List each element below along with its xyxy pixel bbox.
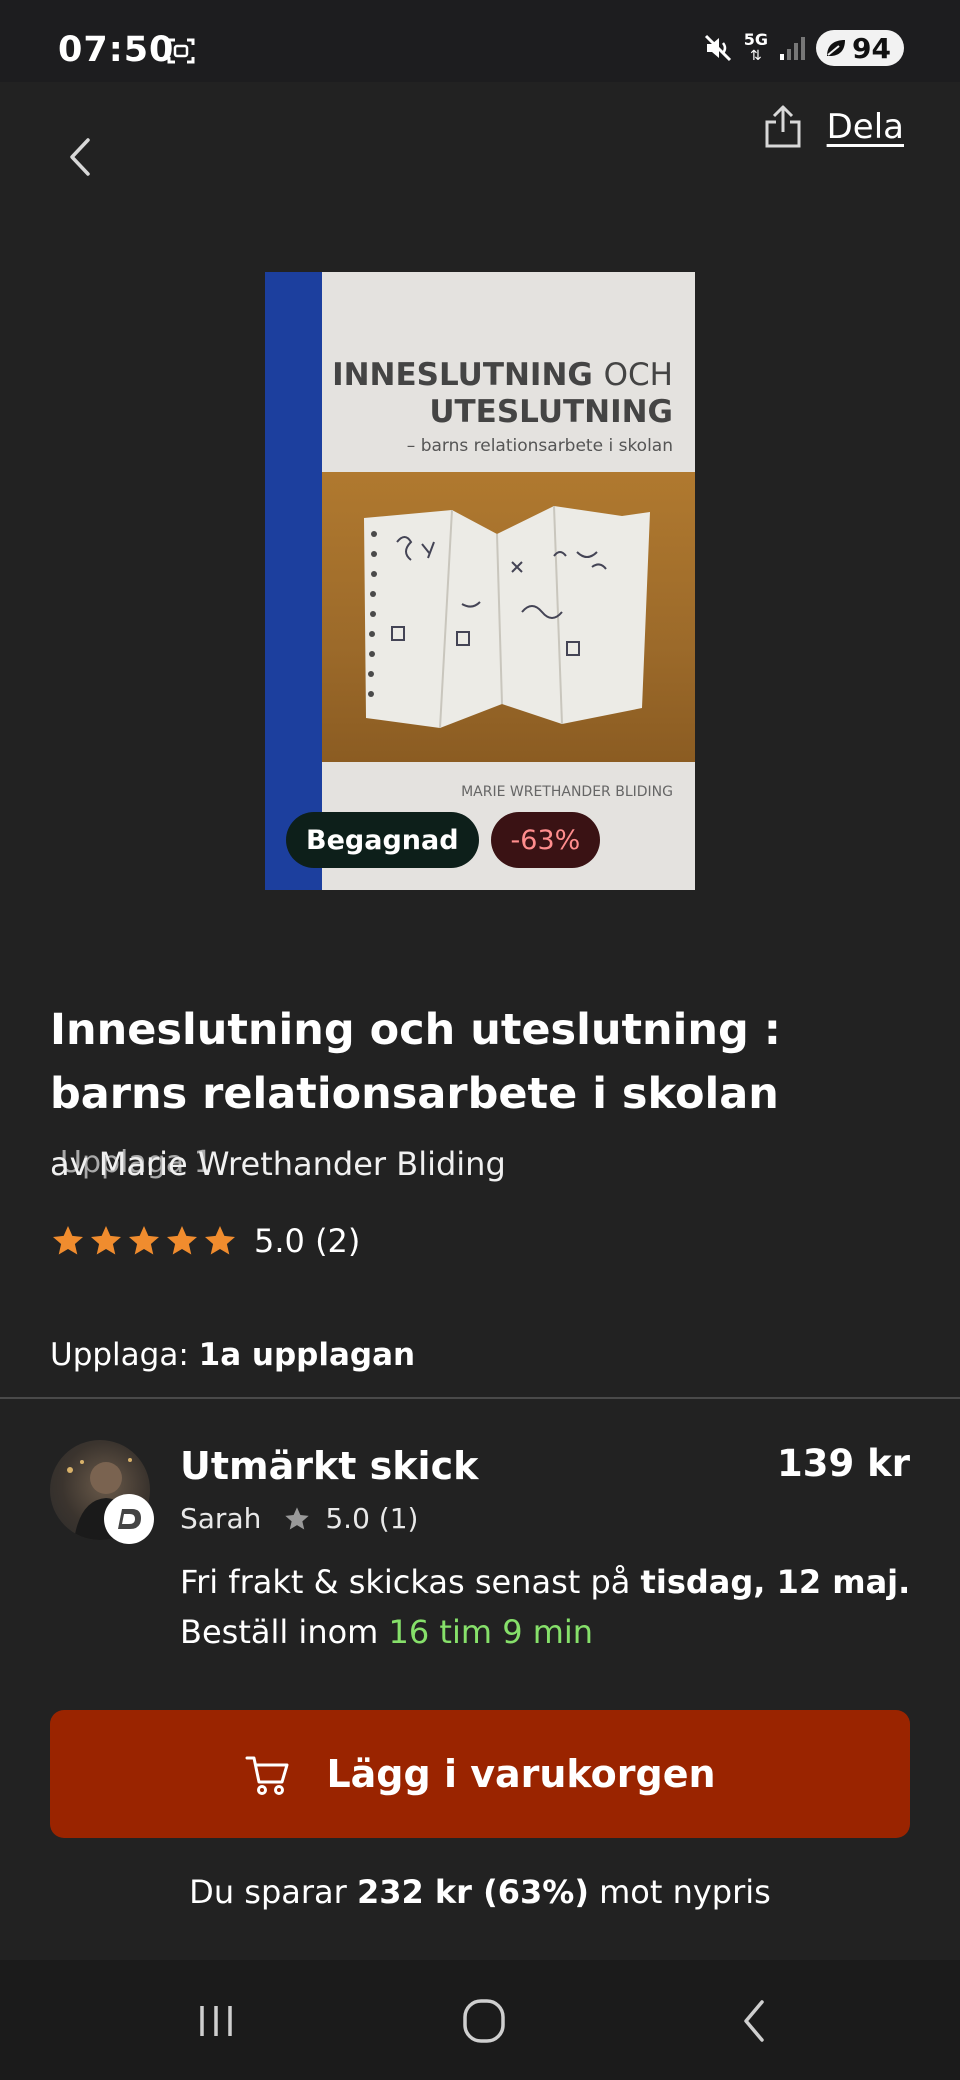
order-deadline: Beställ inom 16 tim 9 min [180, 1613, 593, 1651]
condition-badge: Begagnad [286, 812, 479, 868]
savings-amount: 232 kr (63%) [356, 1873, 589, 1911]
share-button[interactable]: Dela [763, 104, 904, 150]
top-header: Dela [0, 82, 960, 232]
cover-subtitle: – barns relationsarbete i skolan [406, 436, 673, 456]
recent-apps-button[interactable] [186, 1996, 246, 2046]
leaf-icon [827, 40, 845, 56]
cover-title-thin: OCH [603, 357, 673, 393]
title-text: Inneslutning och uteslutning : barns rel… [50, 1005, 781, 1119]
edition-label: Upplaga: [50, 1337, 189, 1373]
cover-title-line2: UTESLUTNING [429, 394, 673, 430]
rating-star-icon [129, 1226, 159, 1255]
share-label: Dela [826, 107, 904, 147]
cover-author: MARIE WRETHANDER BLIDING [461, 784, 673, 800]
screenshot-icon [167, 38, 195, 64]
status-icons: 5G ⇅ 94 [702, 28, 904, 68]
product-rating[interactable]: 5.0 (2) [50, 1222, 360, 1260]
seller-rating: 5.0 (1) [325, 1502, 419, 1535]
network-5g-icon: 5G ⇅ [743, 30, 768, 65]
signal-icon [780, 37, 805, 60]
cover-photo [322, 472, 695, 762]
order-within-label: Beställ inom [180, 1613, 379, 1651]
rating-stars [50, 1223, 238, 1259]
system-nav-bar [0, 1960, 960, 2080]
rating-value: 5.0 (2) [254, 1222, 361, 1260]
order-countdown: 16 tim 9 min [388, 1613, 594, 1651]
back-button[interactable] [60, 132, 100, 182]
add-to-cart-label: Lägg i varukorgen [326, 1752, 716, 1796]
seller-badge-icon [104, 1494, 154, 1544]
discount-badge: -63% [490, 812, 601, 868]
shipping-date: tisdag, 12 maj. [640, 1563, 911, 1601]
cover-spine-strip [265, 272, 322, 890]
cover-title-bold: INNESLUTNING [332, 357, 593, 393]
rating-star-icon [167, 1226, 197, 1255]
book-cover-image[interactable]: INNESLUTNING OCH UTESLUTNING – barns rel… [265, 272, 695, 890]
status-time: 07:50 [58, 30, 175, 70]
savings-suffix: mot nypris [599, 1873, 771, 1911]
data-arrows-icon: ⇅ [750, 48, 762, 64]
folded-paper-illustration [364, 505, 650, 729]
share-icon [765, 105, 801, 148]
cart-icon [245, 1756, 289, 1795]
cover-title-line1: INNESLUTNING OCH [332, 357, 673, 393]
system-back-button[interactable] [724, 1996, 784, 2046]
rating-star-icon [205, 1226, 235, 1255]
mute-icon [704, 34, 731, 62]
badges-row: Begagnad -63% [286, 812, 601, 868]
home-button[interactable] [454, 1996, 514, 2046]
seller-info[interactable]: Sarah 5.0 (1) [180, 1502, 418, 1535]
rating-star-icon [53, 1226, 83, 1255]
network-label: 5G [743, 30, 768, 49]
bookstore-logo-icon [118, 1509, 141, 1529]
savings-prefix: Du sparar [189, 1873, 347, 1911]
edition-line: Upplaga: 1a upplagan [50, 1337, 415, 1373]
savings-text: Du sparar 232 kr (63%) mot nypris [0, 1873, 960, 1911]
offer-price: 139 kr [777, 1442, 910, 1485]
shipping-info: Fri frakt & skickas senast på tisdag, 12… [180, 1563, 910, 1601]
section-divider [0, 1397, 960, 1399]
battery-level: 94 [852, 31, 891, 65]
battery-indicator: 94 [816, 30, 904, 66]
edition-value: 1a upplagan [198, 1337, 416, 1373]
author-link[interactable]: av Marie Wrethander Bliding [50, 1145, 506, 1183]
add-to-cart-button[interactable]: Lägg i varukorgen [50, 1710, 910, 1838]
rating-star-icon [91, 1226, 121, 1255]
shipping-text: Fri frakt & skickas senast på [180, 1563, 631, 1601]
seller-name: Sarah [180, 1502, 262, 1535]
star-icon [285, 1506, 310, 1529]
offer-condition: Utmärkt skick [180, 1444, 479, 1488]
status-bar: 07:50 5G ⇅ 94 [0, 0, 960, 82]
